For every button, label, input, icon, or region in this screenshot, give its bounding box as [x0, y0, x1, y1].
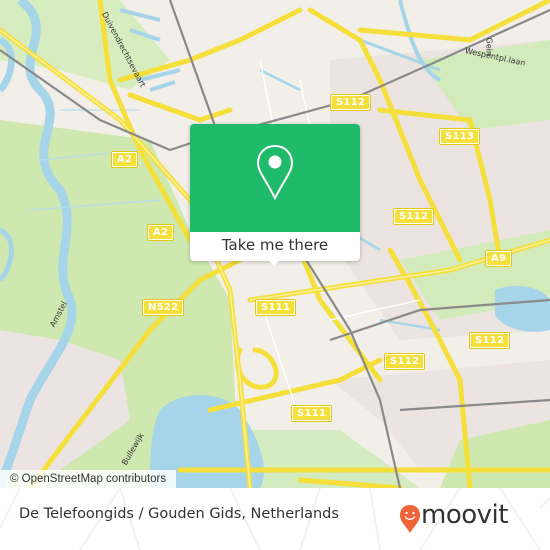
- road-shield-s111: S111: [290, 405, 333, 422]
- road-shield-s113: S113: [438, 128, 481, 145]
- road-shield-n522: N522: [141, 299, 185, 316]
- road-shield-a2: A2: [110, 151, 139, 168]
- moovit-pin-icon: [400, 505, 420, 533]
- road-shield-s111: S111: [254, 299, 297, 316]
- road-shield-s112: S112: [329, 94, 372, 111]
- moovit-logo[interactable]: moovit: [399, 500, 539, 536]
- road-shield-s112: S112: [392, 208, 435, 225]
- place-name: De Telefoongids / Gouden Gids, Netherlan…: [19, 506, 339, 522]
- popup-tail: [266, 258, 282, 266]
- footer-bar: De Telefoongids / Gouden Gids, Netherlan…: [0, 488, 550, 550]
- moovit-wordmark: moovit: [421, 500, 508, 530]
- road-shield-s112: S112: [468, 332, 511, 349]
- map-view[interactable]: A2 A2 N522 S112 S113 S112 A9 S111 S112 S…: [0, 0, 550, 488]
- road-shield-a9: A9: [484, 250, 513, 267]
- road-shield-a2: A2: [146, 224, 175, 241]
- location-popup: Take me there: [190, 124, 360, 266]
- map-attribution[interactable]: © OpenStreetMap contributors: [0, 470, 177, 488]
- map-pin-icon: [256, 144, 294, 200]
- road-shield-s112: S112: [383, 353, 426, 370]
- popup-header: [190, 124, 360, 232]
- take-me-there-button[interactable]: Take me there: [190, 232, 360, 261]
